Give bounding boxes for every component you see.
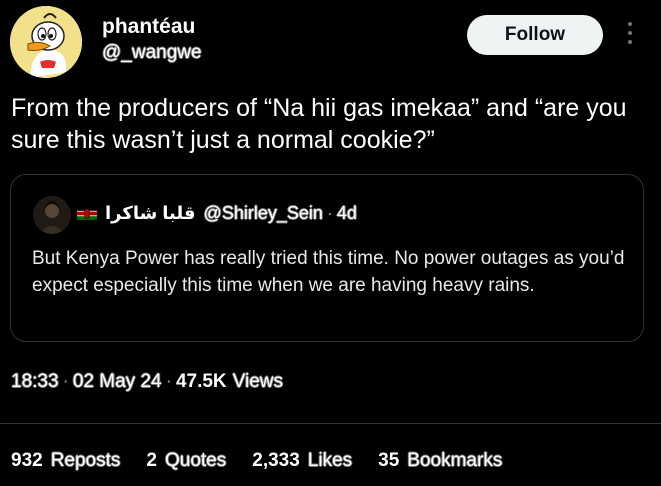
views-label[interactable]: Views (233, 371, 283, 393)
quotes-stat[interactable]: 2 Quotes (146, 450, 226, 472)
author-avatar[interactable] (10, 6, 82, 78)
divider (0, 423, 661, 424)
bookmarks-stat[interactable]: 35 Bookmarks (378, 450, 502, 472)
likes-count: 2,333 (252, 450, 300, 471)
tweet-meta: 18:33 · 02 May 24 · 47.5K Views (11, 371, 283, 393)
quotes-count: 2 (146, 450, 157, 471)
bookmarks-label: Bookmarks (407, 450, 503, 471)
duck-cartoon-avatar-icon (10, 6, 82, 78)
tweet-text: From the producers of “Na hii gas imekaa… (11, 94, 627, 154)
likes-label: Likes (307, 450, 353, 471)
author-display-name[interactable]: phantéau (102, 15, 195, 39)
meta-separator-2: · (165, 371, 172, 392)
reposts-count: 932 (11, 450, 43, 471)
follow-button[interactable]: Follow (467, 15, 603, 55)
quote-author-display-name[interactable]: قلبا شاكرا (105, 203, 196, 224)
quoted-tweet-card[interactable]: قلبا شاكرا @Shirley_Sein · 4d But Kenya … (10, 174, 644, 342)
quote-header: قلبا شاكرا @Shirley_Sein · 4d (77, 203, 357, 224)
author-handle[interactable]: @_wangwe (102, 42, 202, 64)
reposts-label: Reposts (50, 450, 121, 471)
reposts-stat[interactable]: 932 Reposts (11, 450, 120, 472)
quote-author-handle[interactable]: @Shirley_Sein (204, 203, 323, 224)
tweet-date[interactable]: 02 May 24 (73, 371, 162, 393)
meta-separator-1: · (62, 371, 69, 392)
kenya-flag-icon (77, 207, 97, 220)
engagement-stats: 932 Reposts 2 Quotes 2,333 Likes 35 Book… (11, 450, 528, 472)
tweet-time[interactable]: 18:33 (11, 371, 59, 393)
bookmarks-count: 35 (378, 450, 400, 471)
quote-separator: · (326, 203, 333, 223)
quote-author-avatar[interactable] (33, 196, 71, 234)
views-count: 47.5K (175, 371, 227, 392)
quote-age[interactable]: 4d (337, 203, 357, 224)
more-vertical-icon[interactable] (622, 22, 638, 48)
user-avatar-icon (33, 196, 71, 234)
likes-stat[interactable]: 2,333 Likes (252, 450, 352, 472)
quotes-label: Quotes (164, 450, 227, 471)
quote-text: But Kenya Power has really tried this ti… (32, 248, 625, 296)
